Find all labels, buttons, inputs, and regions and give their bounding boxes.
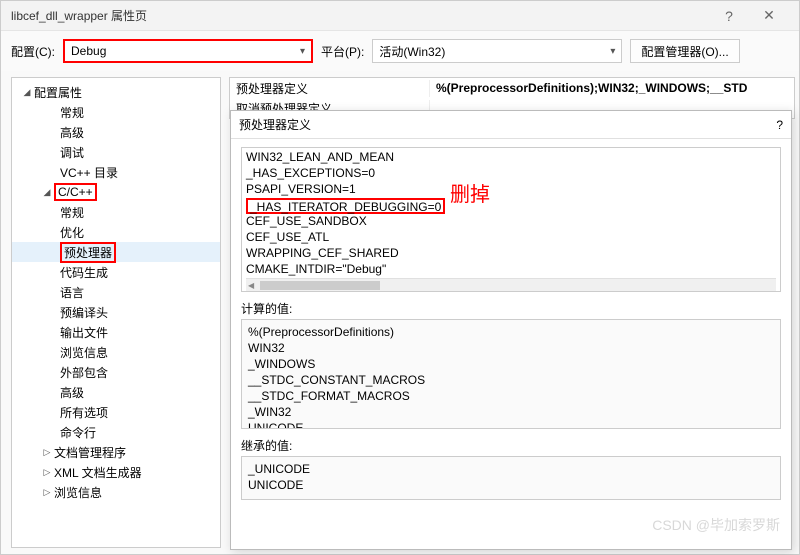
tree-view[interactable]: ◢配置属性 常规 高级 调试 VC++ 目录 ◢C/C++ 常规 优化 预处理器…	[11, 77, 221, 548]
tree-item[interactable]: 命令行	[12, 422, 220, 442]
config-label: 配置(C):	[11, 43, 55, 60]
definition-line[interactable]: WIN32_LEAN_AND_MEAN	[246, 150, 776, 166]
tree-item[interactable]: ▷文档管理程序	[12, 442, 220, 462]
inherited-values-box: _UNICODE UNICODE	[241, 456, 781, 500]
property-value: %(PreprocessorDefinitions);WIN32;_WINDOW…	[430, 81, 794, 95]
inherited-label: 继承的值:	[241, 437, 781, 454]
tree-item[interactable]: 浏览信息	[12, 342, 220, 362]
help-button[interactable]: ?	[709, 8, 749, 24]
computed-line: UNICODE	[248, 420, 774, 429]
tree-item[interactable]: 预编译头	[12, 302, 220, 322]
computed-line: __STDC_FORMAT_MACROS	[248, 388, 774, 404]
inherited-line: _UNICODE	[248, 461, 774, 477]
tree-item[interactable]: 高级	[12, 382, 220, 402]
tree-item[interactable]: 输出文件	[12, 322, 220, 342]
property-row[interactable]: 预处理器定义 %(PreprocessorDefinitions);WIN32;…	[230, 78, 794, 98]
popup-help-button[interactable]: ?	[776, 118, 783, 132]
tree-item[interactable]: 常规	[12, 202, 220, 222]
definition-line-highlighted[interactable]: _HAS_ITERATOR_DEBUGGING=0	[246, 198, 445, 214]
chevron-down-icon: ▾	[610, 46, 615, 57]
tree-item[interactable]: 高级	[12, 122, 220, 142]
popup-title: 预处理器定义	[239, 116, 776, 133]
tree-root[interactable]: ◢配置属性	[12, 82, 220, 102]
definition-line[interactable]: CEF_USE_ATL	[246, 230, 776, 246]
tree-item[interactable]: VC++ 目录	[12, 162, 220, 182]
computed-label: 计算的值:	[241, 300, 781, 317]
platform-combo[interactable]: 活动(Win32) ▾	[372, 39, 622, 63]
arrow-down-icon: ◢	[40, 187, 54, 198]
computed-line: _WINDOWS	[248, 356, 774, 372]
arrow-right-icon: ▷	[40, 467, 54, 478]
computed-line: %(PreprocessorDefinitions)	[248, 324, 774, 340]
tree-item[interactable]: 代码生成	[12, 262, 220, 282]
close-button[interactable]: ✕	[749, 7, 789, 24]
tree-cpp[interactable]: ◢C/C++	[12, 182, 220, 202]
tree-item[interactable]: ▷XML 文档生成器	[12, 462, 220, 482]
definition-line[interactable]: _HAS_EXCEPTIONS=0	[246, 166, 776, 182]
arrow-right-icon: ▷	[40, 447, 54, 458]
tree-item[interactable]: ▷浏览信息	[12, 482, 220, 502]
config-combo[interactable]: Debug ▾	[63, 39, 313, 63]
tree-item[interactable]: 语言	[12, 282, 220, 302]
platform-label: 平台(P):	[321, 43, 364, 60]
chevron-down-icon: ▾	[300, 46, 305, 57]
popup-titlebar: 预处理器定义 ?	[231, 111, 791, 139]
computed-line: __STDC_CONSTANT_MACROS	[248, 372, 774, 388]
toolbar: 配置(C): Debug ▾ 平台(P): 活动(Win32) ▾ 配置管理器(…	[1, 31, 799, 71]
definition-line[interactable]: CMAKE_INTDIR="Debug"	[246, 262, 776, 278]
computed-line: WIN32	[248, 340, 774, 356]
config-manager-button[interactable]: 配置管理器(O)...	[630, 39, 739, 63]
inherited-line: UNICODE	[248, 477, 774, 493]
tree-item[interactable]: 调试	[12, 142, 220, 162]
tree-item[interactable]: 外部包含	[12, 362, 220, 382]
config-value: Debug	[71, 44, 106, 58]
window-title: libcef_dll_wrapper 属性页	[11, 7, 709, 24]
annotation-delete: 删掉	[450, 178, 490, 207]
definition-line[interactable]: WRAPPING_CEF_SHARED	[246, 246, 776, 262]
tree-item[interactable]: 常规	[12, 102, 220, 122]
preprocessor-definitions-dialog: 预处理器定义 ? WIN32_LEAN_AND_MEAN _HAS_EXCEPT…	[230, 110, 792, 550]
definitions-editbox[interactable]: WIN32_LEAN_AND_MEAN _HAS_EXCEPTIONS=0 PS…	[241, 147, 781, 292]
definition-line[interactable]: PSAPI_VERSION=1	[246, 182, 776, 198]
tree-item-preprocessor[interactable]: 预处理器	[12, 242, 220, 262]
arrow-right-icon: ▷	[40, 487, 54, 498]
computed-values-box: %(PreprocessorDefinitions) WIN32 _WINDOW…	[241, 319, 781, 429]
property-key: 预处理器定义	[230, 80, 430, 97]
definition-line[interactable]: CEF_USE_SANDBOX	[246, 214, 776, 230]
tree-item[interactable]: 所有选项	[12, 402, 220, 422]
titlebar: libcef_dll_wrapper 属性页 ? ✕	[1, 1, 799, 31]
popup-body: WIN32_LEAN_AND_MEAN _HAS_EXCEPTIONS=0 PS…	[231, 139, 791, 549]
tree-item[interactable]: 优化	[12, 222, 220, 242]
computed-line: _WIN32	[248, 404, 774, 420]
horizontal-scrollbar[interactable]	[246, 278, 776, 292]
platform-value: 活动(Win32)	[379, 43, 445, 60]
arrow-down-icon: ◢	[20, 87, 34, 98]
